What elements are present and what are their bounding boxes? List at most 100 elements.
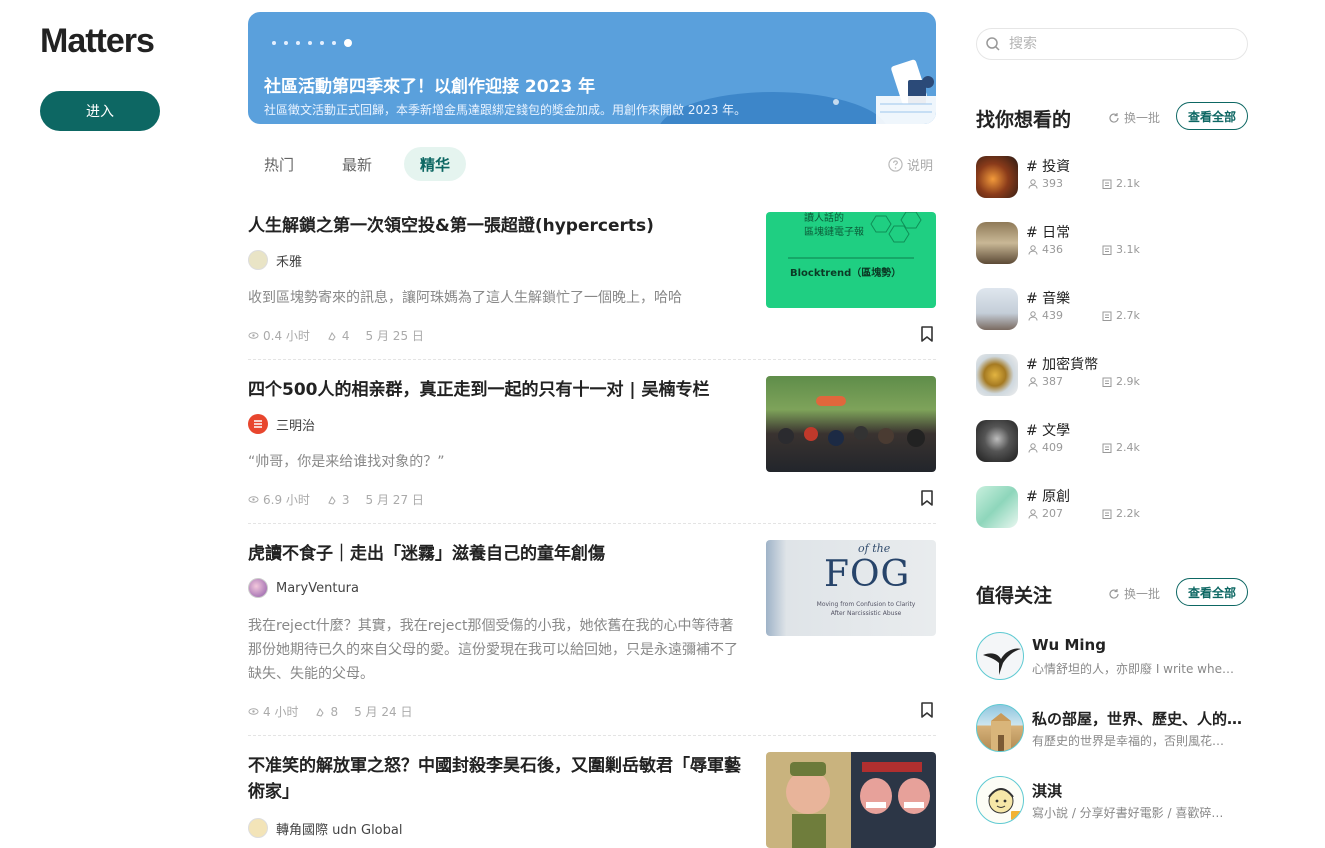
tag-followers: 409	[1028, 441, 1063, 454]
tag-cover	[976, 288, 1018, 330]
suggested-user[interactable]: 私の部屋，世界、歷史、人的… 有歷史的世界是幸福的，否則風花…	[976, 704, 1248, 754]
read-time-value: 6.9 小时	[263, 493, 310, 507]
read-time-value: 0.4 小时	[263, 329, 310, 343]
tab-latest[interactable]: 最新	[326, 147, 388, 181]
enter-button[interactable]: 进入	[40, 91, 160, 131]
author-avatar	[248, 250, 268, 270]
article-author[interactable]: 轉角國際 udn Global	[248, 818, 402, 838]
tags-shuffle-button[interactable]: 换一批	[1108, 109, 1160, 126]
thumb-caption-main: FOG	[824, 554, 911, 595]
user-name: Wu Ming	[1032, 636, 1106, 654]
document-icon	[1102, 179, 1112, 189]
tag-articles: 2.7k	[1102, 309, 1140, 322]
tag-item[interactable]: # 投資 393 2.1k	[976, 156, 1248, 198]
tag-articles: 2.2k	[1102, 507, 1140, 520]
banner-dot-active[interactable]	[344, 39, 352, 47]
bookmark-icon[interactable]	[920, 326, 934, 342]
thumb-caption-top: 讀人話的 區塊鏈電子報	[804, 213, 864, 238]
eye-icon	[248, 708, 259, 715]
article-card[interactable]: 虎讀不食子｜走出「迷霧」滋養自己的童年創傷 MaryVentura 我在reje…	[248, 540, 936, 736]
matters-logo[interactable]: Matters	[40, 22, 155, 61]
tag-item[interactable]: # 日常 436 3.1k	[976, 222, 1248, 264]
user-icon	[1028, 310, 1038, 321]
tag-cover	[976, 354, 1018, 396]
tab-featured[interactable]: 精华	[404, 147, 467, 181]
author-name: 轉角國際 udn Global	[276, 822, 403, 838]
article-thumbnail[interactable]	[766, 752, 936, 848]
read-time: 4 小时	[248, 703, 298, 720]
article-thumbnail[interactable]	[766, 376, 936, 472]
user-icon	[1028, 376, 1038, 387]
tag-followers: 387	[1028, 375, 1063, 388]
user-avatar	[976, 704, 1024, 752]
search-box[interactable]	[976, 28, 1248, 60]
banner-pagination	[272, 39, 352, 47]
document-icon	[1102, 509, 1112, 519]
help-button[interactable]: 说明	[888, 155, 933, 174]
feed-tabs: 热门 最新 精华	[248, 147, 467, 181]
read-time: 6.9 小时	[248, 491, 310, 508]
clap-value: 8	[330, 704, 339, 719]
article-card[interactable]: 人生解鎖之第一次領空投&第一張超證(hypercerts) 禾雅 收到區塊勢寄來…	[248, 212, 936, 360]
crowd-photo-icon	[778, 396, 925, 447]
article-summary: 收到區塊勢寄來的訊息，讓阿珠媽為了這人生解鎖忙了一個晚上，哈哈	[248, 290, 682, 306]
banner-dot[interactable]	[272, 41, 276, 45]
article-title[interactable]: 人生解鎖之第一次領空投&第一張超證(hypercerts)	[248, 213, 748, 239]
tag-articles: 2.4k	[1102, 441, 1140, 454]
clap-icon	[316, 707, 325, 717]
user-icon	[1028, 178, 1038, 189]
banner-dot[interactable]	[296, 41, 300, 45]
article-title[interactable]: 虎讀不食子｜走出「迷霧」滋養自己的童年創傷	[248, 541, 748, 567]
article-meta: 6.9 小时 3 5 月 27 日	[248, 491, 424, 508]
article-author[interactable]: 三明治	[248, 414, 315, 434]
thumb-caption-sub: Moving from Confusion to Clarity After N…	[816, 601, 916, 617]
suggested-user[interactable]: Wu Ming 心情舒坦的人，亦即廢 I write whe…	[976, 632, 1248, 682]
user-name: 淇淇	[1032, 782, 1063, 800]
tags-view-all-button[interactable]: 查看全部	[1176, 102, 1248, 130]
banner-dot[interactable]	[332, 41, 336, 45]
bookmark-icon[interactable]	[920, 490, 934, 506]
cartoon-girl-icon	[988, 788, 1021, 820]
article-title[interactable]: 不准笑的解放軍之怒？中國封殺李昊石後，又圍剿岳敏君「辱軍藝術家」	[248, 753, 744, 805]
tag-item[interactable]: # 原創 207 2.2k	[976, 486, 1248, 528]
question-circle-icon	[888, 157, 903, 172]
suggested-user[interactable]: 淇淇 寫小說 / 分享好書好電影 / 喜歡碎…	[976, 776, 1248, 826]
article-author[interactable]: 禾雅	[248, 250, 302, 270]
tag-articles: 3.1k	[1102, 243, 1140, 256]
tab-hot[interactable]: 热门	[248, 147, 310, 181]
user-icon	[1028, 244, 1038, 255]
clap-count: 3	[326, 493, 350, 507]
bookmark-icon[interactable]	[920, 702, 934, 718]
document-icon	[1102, 377, 1112, 387]
follow-view-all-button[interactable]: 查看全部	[1176, 578, 1248, 606]
building-icon	[991, 713, 1011, 751]
search-input[interactable]	[1009, 36, 1229, 52]
tag-item[interactable]: # 文學 409 2.4k	[976, 420, 1248, 462]
tag-followers-value: 393	[1042, 177, 1063, 190]
tag-articles-value: 2.7k	[1116, 309, 1140, 322]
tag-name: # 原創	[1026, 489, 1071, 505]
tag-item[interactable]: # 音樂 439 2.7k	[976, 288, 1248, 330]
article-card[interactable]: 不准笑的解放軍之怒？中國封殺李昊石後，又圍剿岳敏君「辱軍藝術家」 轉角國際 ud…	[248, 752, 936, 848]
banner-dot[interactable]	[320, 41, 324, 45]
tag-articles: 2.9k	[1102, 375, 1140, 388]
tag-item[interactable]: # 加密貨幣 387 2.9k	[976, 354, 1248, 396]
document-icon	[1102, 311, 1112, 321]
follow-shuffle-button[interactable]: 换一批	[1108, 585, 1160, 602]
article-summary: “帅哥，你是来给谁找对象的？”	[248, 454, 445, 470]
document-icon	[1102, 443, 1112, 453]
article-title[interactable]: 四个500人的相亲群，真正走到一起的只有十一对 | 吴楠专栏	[248, 377, 748, 403]
clap-value: 4	[341, 328, 350, 343]
tag-articles-value: 3.1k	[1116, 243, 1140, 256]
banner-dot[interactable]	[284, 41, 288, 45]
article-card[interactable]: 四个500人的相亲群，真正走到一起的只有十一对 | 吴楠专栏 三明治 “帅哥，你…	[248, 376, 936, 524]
clap-count: 8	[314, 705, 338, 719]
article-thumbnail[interactable]: of the FOG Moving from Confusion to Clar…	[766, 540, 936, 636]
event-banner[interactable]: 社區活動第四季來了！以創作迎接 2023 年 社區徵文活動正式回歸，本季新增金馬…	[248, 12, 936, 124]
refresh-icon	[1109, 112, 1119, 123]
banner-dot[interactable]	[308, 41, 312, 45]
author-avatar	[248, 414, 268, 434]
article-thumbnail[interactable]: 讀人話的 區塊鏈電子報 Blocktrend（區塊勢）	[766, 212, 936, 308]
banner-title: 社區活動第四季來了！以創作迎接 2023 年	[264, 77, 596, 97]
article-author[interactable]: MaryVentura	[248, 578, 359, 598]
